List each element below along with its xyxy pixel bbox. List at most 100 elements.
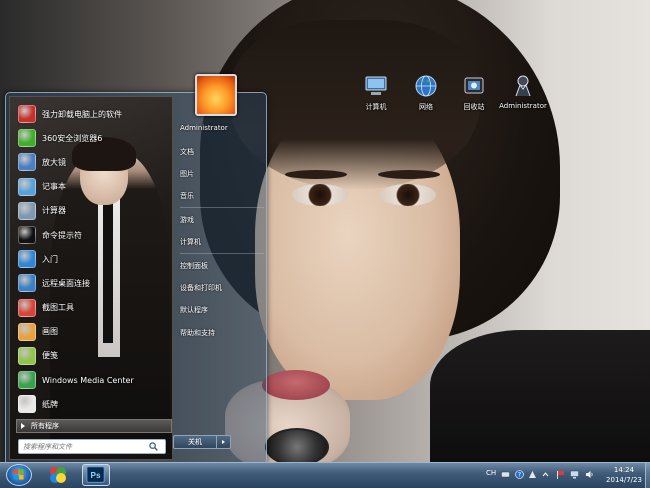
getting-started-icon [18, 250, 36, 269]
program-label: 远程桌面连接 [42, 278, 90, 288]
program-item[interactable]: 画图 [14, 320, 172, 344]
program-item[interactable]: 放大镜 [14, 150, 172, 174]
start-menu-places-pane: Administrator 文档 图片 音乐 游戏 计算机 控制面板 设备和打印… [174, 93, 266, 463]
shutdown-button[interactable]: 关机 [173, 435, 217, 449]
language-indicator[interactable]: CH [486, 469, 498, 478]
computer-link[interactable]: 计算机 [180, 237, 201, 247]
program-label: 便笺 [42, 351, 58, 361]
input-method-icon[interactable] [528, 470, 537, 479]
program-item[interactable]: 强力卸载电脑上的软件 [14, 102, 172, 126]
media-center-icon [18, 371, 36, 390]
sticky-notes-icon [18, 346, 36, 365]
menu-separator [180, 253, 264, 254]
photoshop-icon: Ps [86, 466, 105, 483]
program-label: Windows Media Center [42, 375, 134, 385]
program-item[interactable]: 入门 [14, 247, 172, 271]
program-item[interactable]: 纸牌 [14, 392, 172, 416]
photoshop-label: Ps [91, 471, 101, 480]
svg-text:?: ? [518, 472, 521, 479]
program-item[interactable]: 记事本 [14, 175, 172, 199]
wallpaper-brow-left [285, 170, 347, 179]
program-label: 纸牌 [42, 399, 58, 409]
help-support-link[interactable]: 帮助和支持 [180, 328, 215, 338]
program-item[interactable]: 便笺 [14, 344, 172, 368]
devices-printers-link[interactable]: 设备和打印机 [180, 283, 222, 293]
start-menu-programs-pane: 强力卸载电脑上的软件 360安全浏览器6 放大镜 记事本 计算器 命令提示符 入… [9, 96, 173, 460]
program-label: 画图 [42, 327, 58, 337]
pictures-link[interactable]: 图片 [180, 169, 194, 179]
documents-link[interactable]: 文档 [180, 147, 194, 157]
app-360-icon [50, 467, 66, 483]
solitaire-icon [18, 395, 36, 414]
recycle-bin-icon [464, 77, 484, 94]
program-label: 截图工具 [42, 303, 74, 313]
windows-logo-icon [13, 469, 24, 480]
program-label: 放大镜 [42, 157, 66, 167]
flag-icon[interactable] [556, 470, 565, 479]
program-label: 360安全浏览器6 [42, 133, 103, 143]
control-panel-link[interactable]: 控制面板 [180, 261, 208, 271]
program-item[interactable]: 360安全浏览器6 [14, 126, 172, 150]
network-tray-icon[interactable] [570, 470, 579, 479]
program-item[interactable]: 命令提示符 [14, 223, 172, 247]
default-programs-link[interactable]: 默认程序 [180, 305, 208, 315]
system-clock[interactable]: 14:24 2014/7/23 [600, 465, 648, 485]
volume-icon[interactable] [585, 470, 594, 479]
menu-separator [180, 207, 264, 208]
shutdown-options-button[interactable] [217, 435, 231, 449]
start-search-box[interactable] [18, 439, 166, 454]
help-icon[interactable]: ? [515, 470, 524, 479]
program-label: 入门 [42, 254, 58, 264]
program-item[interactable]: Windows Media Center [14, 368, 172, 392]
start-menu: 强力卸载电脑上的软件 360安全浏览器6 放大镜 记事本 计算器 命令提示符 入… [5, 92, 267, 464]
program-item[interactable]: 远程桌面连接 [14, 271, 172, 295]
notepad-icon [18, 177, 36, 196]
user-name-link[interactable]: Administrator [180, 124, 228, 132]
user-folder-icon [515, 75, 531, 97]
arrow-icon[interactable] [541, 470, 550, 479]
program-label: 强力卸载电脑上的软件 [42, 109, 122, 119]
network-globe-icon [415, 75, 437, 97]
all-programs-label: 所有程序 [31, 422, 59, 430]
desktop-icon-label: 网络 [419, 103, 433, 111]
uninstall-icon [18, 105, 36, 124]
taskbar-app-360[interactable] [44, 464, 72, 486]
program-label: 记事本 [42, 182, 66, 192]
search-icon[interactable] [149, 442, 158, 451]
desktop-icon-recycle-bin[interactable]: 回收站 [448, 74, 500, 112]
wallpaper-jacket [430, 330, 650, 462]
program-label: 命令提示符 [42, 230, 82, 240]
browser-360-icon [18, 129, 36, 148]
taskbar-app-photoshop[interactable]: Ps [82, 464, 110, 486]
search-input[interactable] [19, 440, 147, 453]
remote-desktop-icon [18, 274, 36, 293]
show-desktop-button[interactable] [645, 463, 650, 488]
program-item[interactable]: 计算器 [14, 199, 172, 223]
calculator-icon [18, 201, 36, 220]
desktop-icon-network[interactable]: 网络 [400, 74, 452, 112]
desktop-icon-computer[interactable]: 计算机 [350, 74, 402, 112]
snipping-tool-icon [18, 298, 36, 317]
program-label: 计算器 [42, 206, 66, 216]
desktop-icon-label: 回收站 [463, 103, 485, 111]
clock-time: 14:24 [613, 466, 635, 474]
paint-icon [18, 322, 36, 341]
clock-date: 2014/7/23 [606, 476, 642, 484]
program-item[interactable]: 截图工具 [14, 296, 172, 320]
wallpaper-brow-right [378, 170, 440, 179]
desktop-icon-label: Administrator [499, 102, 547, 110]
program-list: 强力卸载电脑上的软件 360安全浏览器6 放大镜 记事本 计算器 命令提示符 入… [14, 102, 172, 416]
wallpaper-eye-left [292, 184, 348, 206]
cmd-icon [18, 226, 36, 245]
desktop-icon-administrator[interactable]: Administrator [497, 74, 549, 110]
all-programs-button[interactable]: 所有程序 [16, 419, 172, 433]
keyboard-icon[interactable] [501, 470, 510, 479]
games-link[interactable]: 游戏 [180, 215, 194, 225]
chevron-right-icon [21, 423, 25, 429]
chevron-right-icon [222, 440, 225, 444]
magnifier-icon [18, 153, 36, 172]
start-button[interactable] [6, 464, 32, 486]
user-avatar[interactable] [195, 74, 237, 116]
wallpaper-ring [265, 428, 329, 462]
music-link[interactable]: 音乐 [180, 191, 194, 201]
